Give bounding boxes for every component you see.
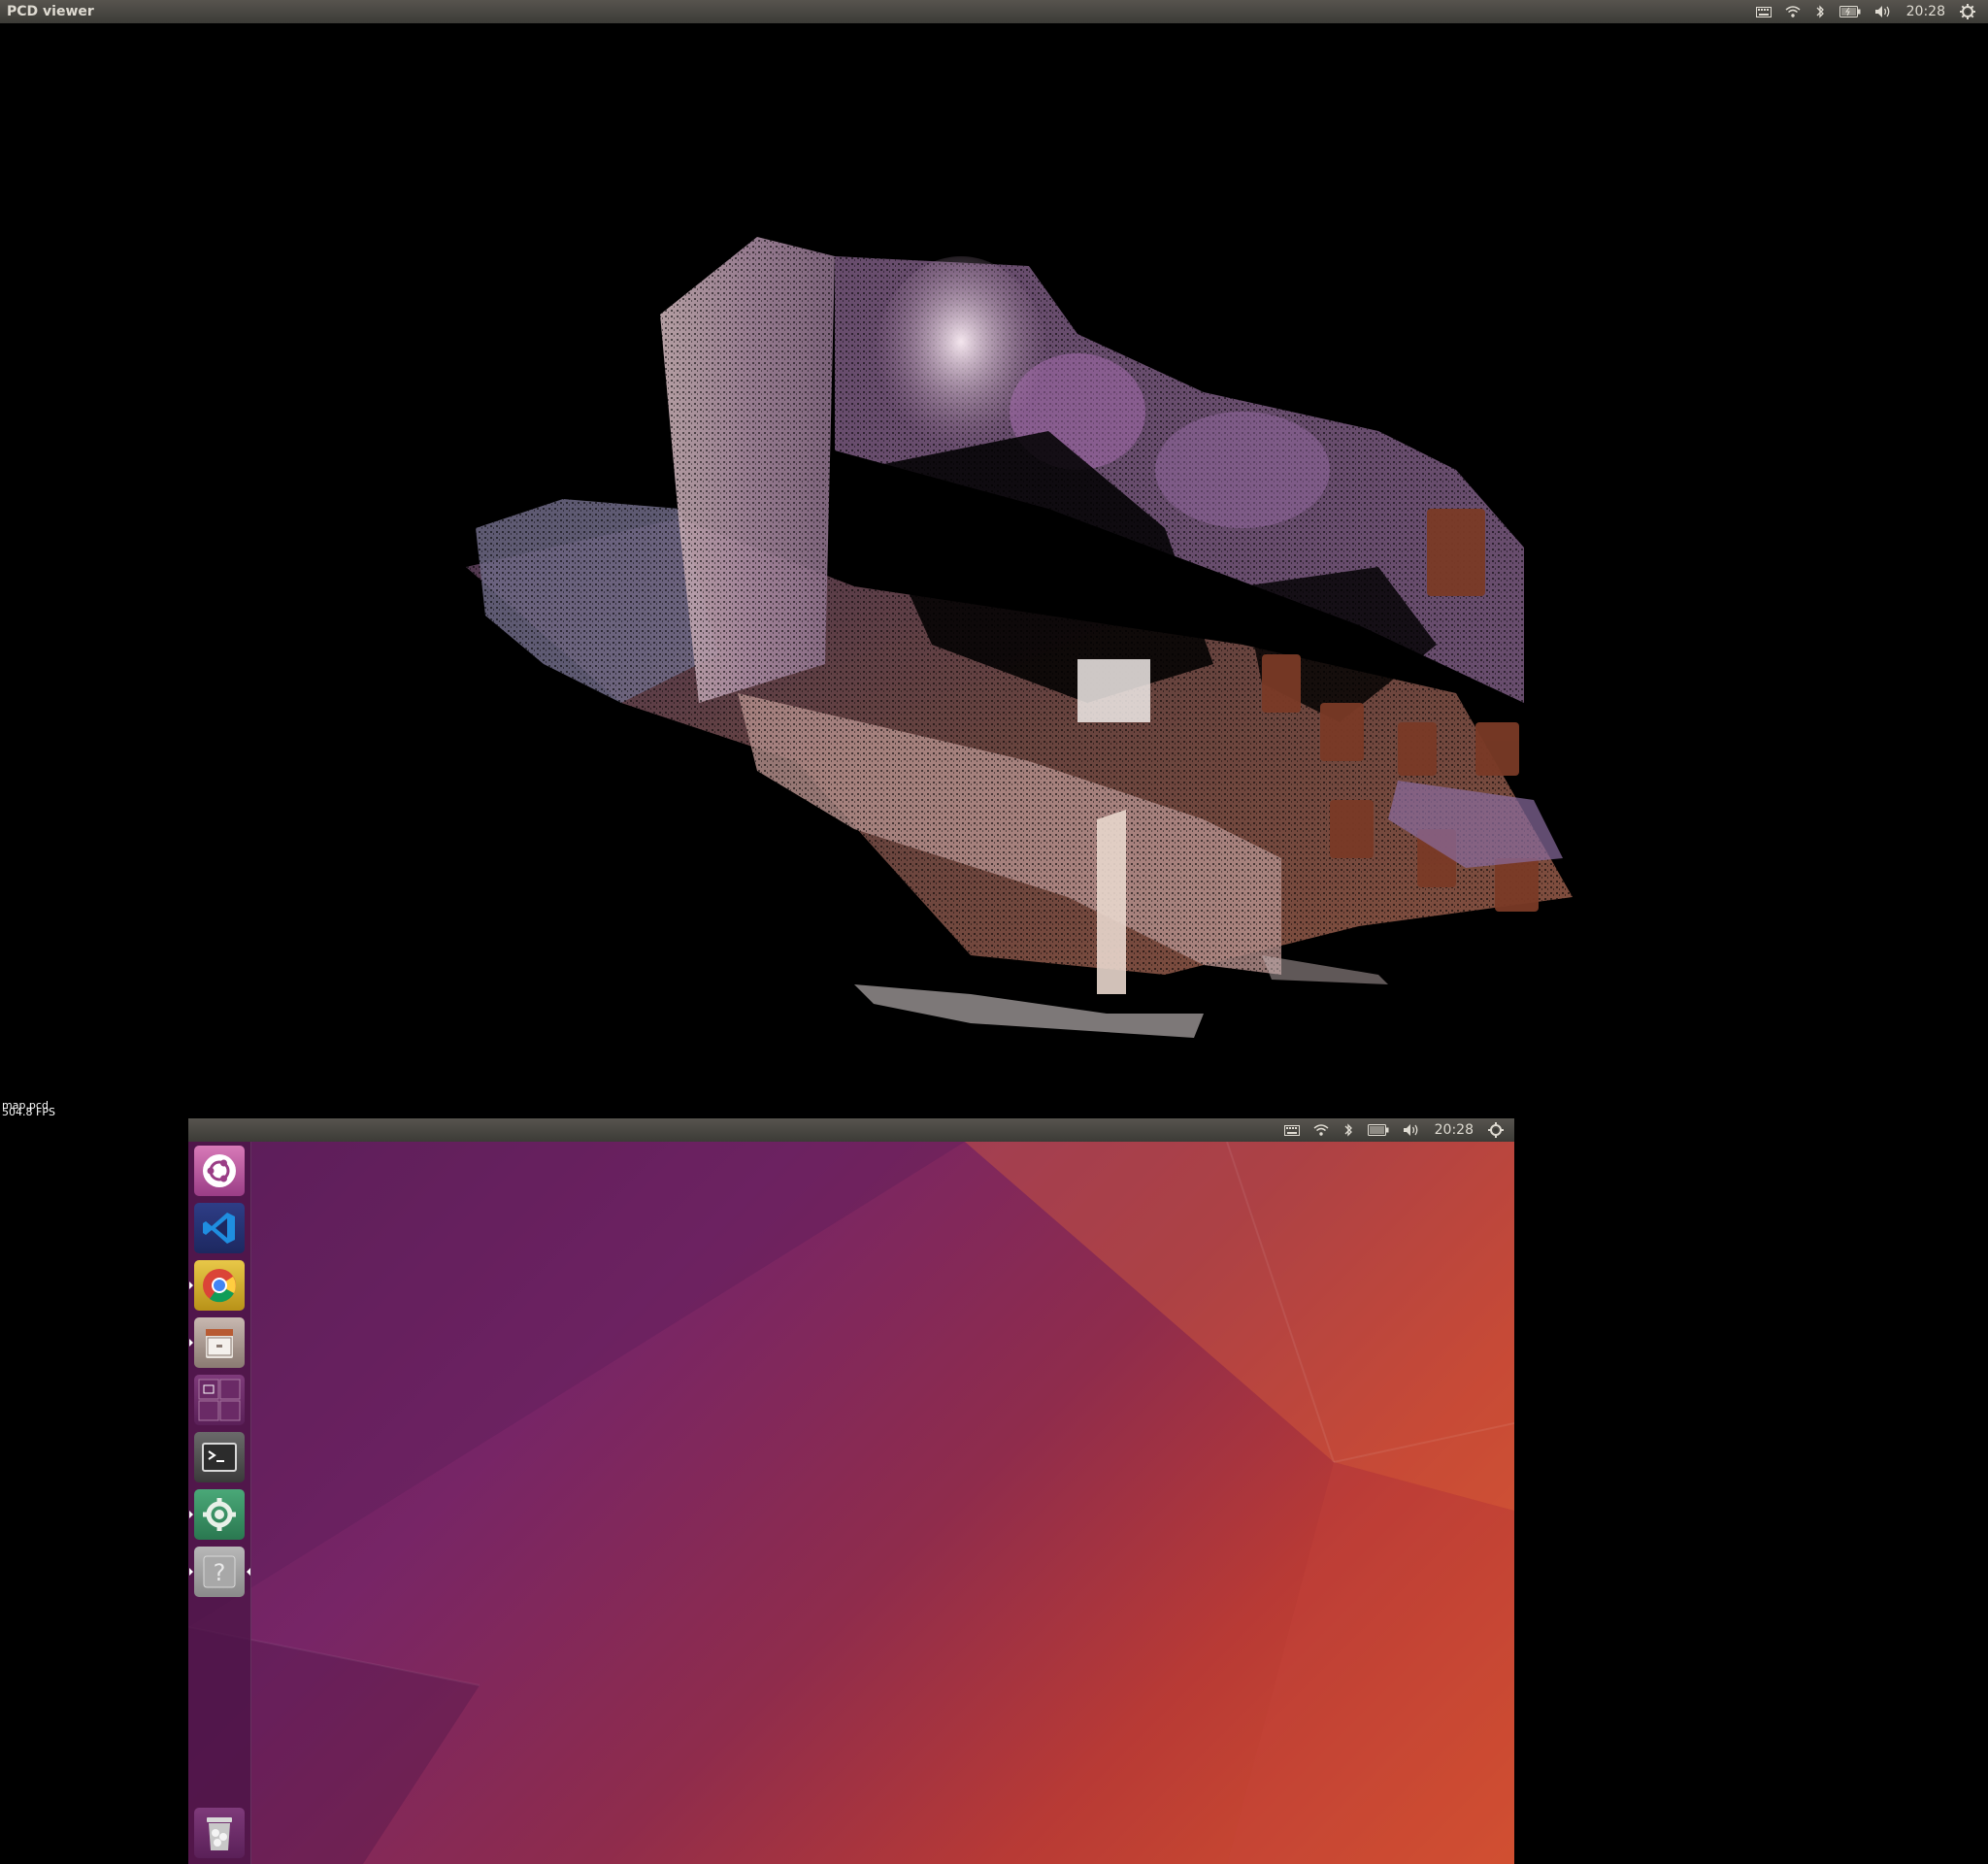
keyboard-icon[interactable] bbox=[1755, 6, 1772, 17]
svg-text:?: ? bbox=[214, 1559, 226, 1586]
running-indicator bbox=[189, 1568, 193, 1576]
running-indicator bbox=[189, 1511, 193, 1518]
ubuntu-logo-icon bbox=[203, 1154, 236, 1187]
workspace-switcher-icon bbox=[198, 1379, 241, 1421]
focused-indicator bbox=[247, 1568, 250, 1576]
ubuntu-desktop: 20:28 ? bbox=[188, 1118, 1514, 1864]
terminal-launcher-button[interactable] bbox=[194, 1432, 245, 1482]
running-indicator bbox=[189, 1282, 193, 1289]
bluetooth-icon[interactable] bbox=[1814, 4, 1826, 19]
battery-icon[interactable] bbox=[1367, 1124, 1389, 1136]
battery-icon[interactable] bbox=[1839, 6, 1861, 17]
indicator-area: 20:28 bbox=[1749, 0, 1988, 23]
desktop-indicator-area: 20:28 bbox=[1277, 1122, 1514, 1138]
bluetooth-icon[interactable] bbox=[1342, 1122, 1354, 1138]
desktop-clock[interactable]: 20:28 bbox=[1435, 1122, 1474, 1138]
trash-launcher-button[interactable] bbox=[194, 1808, 245, 1858]
workspace-switcher-button[interactable] bbox=[194, 1375, 245, 1425]
point-cloud-render bbox=[466, 237, 1573, 1038]
vscode-launcher-button[interactable] bbox=[194, 1203, 245, 1253]
question-mark-icon: ? bbox=[203, 1555, 236, 1588]
settings-launcher-button[interactable] bbox=[194, 1489, 245, 1540]
pcd-viewport[interactable] bbox=[0, 23, 1988, 1120]
wifi-icon[interactable] bbox=[1313, 1124, 1329, 1136]
chrome-icon bbox=[203, 1269, 236, 1303]
cog-icon bbox=[203, 1498, 236, 1531]
desktop-top-panel: 20:28 bbox=[188, 1118, 1514, 1142]
desktop-wallpaper bbox=[188, 1142, 1514, 1864]
volume-icon[interactable] bbox=[1403, 1123, 1420, 1137]
fps-label: 504.8 FPS bbox=[2, 1106, 55, 1118]
file-cabinet-icon bbox=[206, 1329, 233, 1358]
gear-icon[interactable] bbox=[1960, 4, 1975, 19]
gear-icon[interactable] bbox=[1488, 1122, 1504, 1138]
launcher: ? bbox=[188, 1142, 251, 1864]
top-panel: PCD viewer 20:28 bbox=[0, 0, 1988, 23]
vscode-icon bbox=[203, 1213, 235, 1244]
running-indicator bbox=[189, 1339, 193, 1347]
files-launcher-button[interactable] bbox=[194, 1317, 245, 1368]
chrome-launcher-button[interactable] bbox=[194, 1260, 245, 1311]
wifi-icon[interactable] bbox=[1785, 6, 1801, 17]
trash-icon bbox=[207, 1817, 232, 1850]
volume-icon[interactable] bbox=[1874, 5, 1892, 18]
terminal-icon bbox=[202, 1443, 237, 1472]
keyboard-icon[interactable] bbox=[1283, 1124, 1300, 1136]
unknown-app-launcher-button[interactable]: ? bbox=[194, 1547, 245, 1597]
ubuntu-dash-button[interactable] bbox=[194, 1146, 245, 1196]
clock[interactable]: 20:28 bbox=[1906, 4, 1945, 19]
window-title: PCD viewer bbox=[7, 4, 94, 19]
